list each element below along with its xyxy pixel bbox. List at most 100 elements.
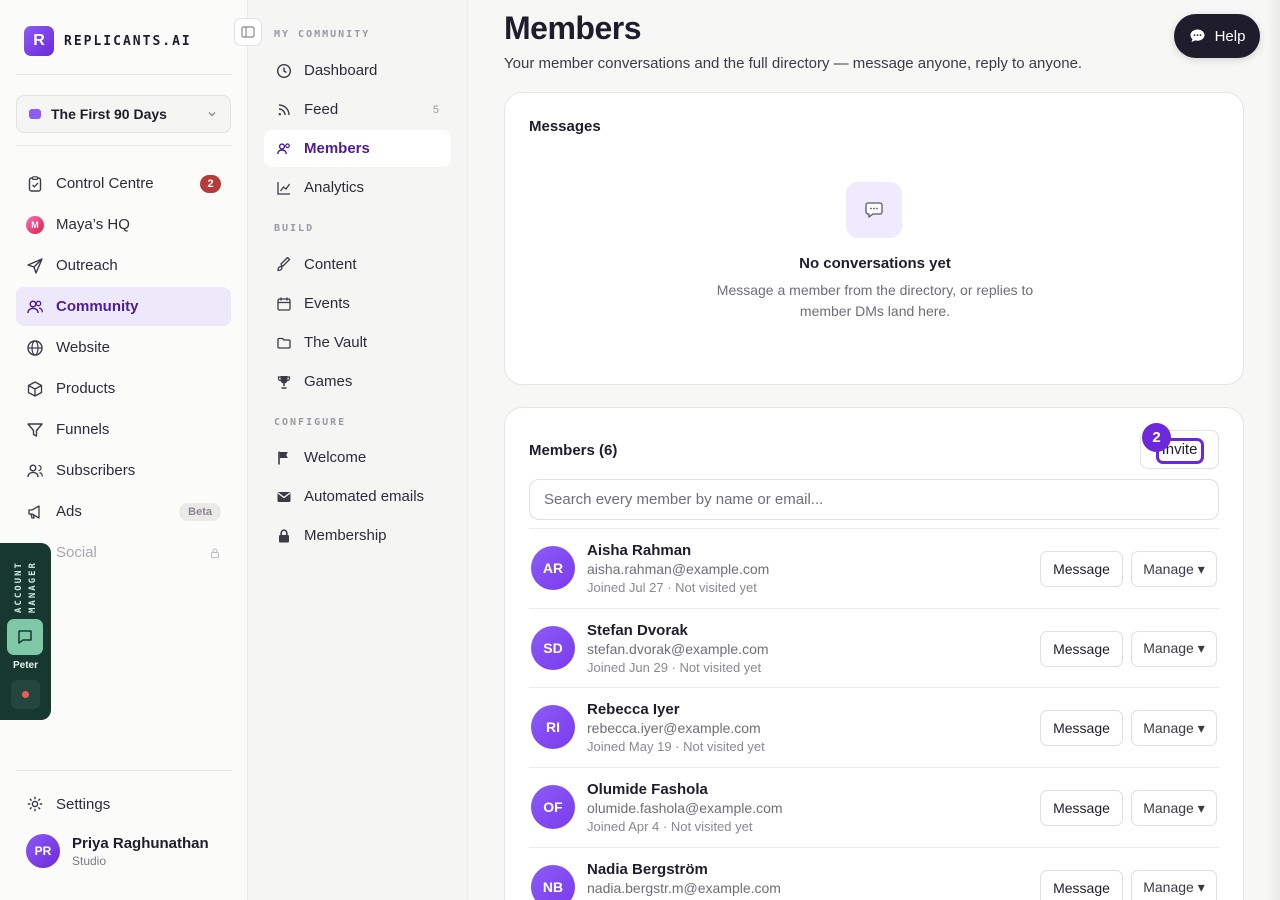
message-button[interactable]: Message	[1040, 630, 1123, 667]
sub-item-automated-emails[interactable]: Automated emails	[264, 478, 451, 515]
nav-item-funnels[interactable]: Funnels	[16, 410, 231, 449]
member-meta: Joined Jun 29 · Not visited yet	[587, 659, 762, 675]
sub-item-label: Welcome	[304, 449, 367, 466]
section-title: BUILD	[274, 223, 315, 234]
send-icon	[26, 257, 44, 275]
sub-item-membership[interactable]: Membership	[264, 517, 451, 554]
sub-item-dashboard[interactable]: Dashboard	[264, 52, 451, 89]
manage-dropdown[interactable]: Manage ▾	[1131, 790, 1217, 827]
avatar: AR	[531, 546, 575, 590]
settings-label: Settings	[56, 795, 111, 813]
message-button[interactable]: Message	[1040, 790, 1123, 827]
sub-item-label: Membership	[304, 527, 387, 544]
feed-count: 5	[432, 103, 439, 116]
brand-name: REPLICANTS.AI	[64, 33, 192, 49]
manage-dropdown[interactable]: Manage ▾	[1131, 710, 1217, 747]
sub-item-welcome[interactable]: Welcome	[264, 439, 451, 476]
member-name: Olumide Fashola	[587, 781, 708, 799]
community-sidebar: MY COMMUNITY Dashboard Feed 5 Members An…	[248, 0, 468, 900]
rss-icon	[278, 103, 290, 115]
divider	[16, 145, 232, 146]
member-email: nadia.bergstr.m@example.com	[587, 879, 781, 896]
avatar: SD	[531, 625, 575, 670]
member-name: Nadia Bergström	[587, 860, 708, 878]
chevron-down-icon	[208, 112, 216, 117]
nav-item-outreach[interactable]: Outreach	[16, 246, 231, 285]
account-manager-widget[interactable]: ACCOUNT MANAGER Peter	[0, 543, 51, 720]
avatar: RI	[531, 705, 575, 750]
nav-item-mayas-hq[interactable]: M Maya’s HQ	[16, 205, 231, 244]
calendar-icon	[277, 297, 291, 311]
sub-item-events[interactable]: Events	[264, 285, 451, 322]
member-email: olumide.fashola@example.com	[587, 800, 783, 817]
lock-icon	[279, 528, 289, 542]
help-button[interactable]: Help	[1174, 14, 1260, 58]
manage-dropdown[interactable]: Manage ▾	[1131, 551, 1217, 587]
sub-item-feed[interactable]: Feed 5	[264, 91, 451, 128]
message-button[interactable]: Message	[1040, 869, 1123, 900]
nav-item-control-centre[interactable]: Control Centre 2	[16, 164, 231, 203]
flag-icon	[278, 451, 288, 464]
sub-item-members[interactable]: Members	[264, 130, 451, 167]
nav-label: Funnels	[56, 421, 110, 438]
sub-item-label: Events	[304, 295, 350, 312]
message-button[interactable]: Message	[1040, 710, 1123, 747]
mail-icon	[277, 491, 291, 502]
avatar: OF	[531, 785, 575, 830]
avatar: PR	[26, 834, 60, 868]
lock-icon	[210, 547, 220, 558]
collapse-sidebar-button[interactable]	[234, 18, 262, 46]
record-button[interactable]	[11, 680, 40, 709]
gear-icon	[26, 795, 44, 813]
notification-badge: 2	[200, 174, 221, 193]
messages-title: Messages	[529, 118, 601, 135]
message-button[interactable]: Message	[1040, 551, 1123, 587]
space-name: The First 90 Days	[51, 106, 167, 122]
clipboard-icon	[26, 175, 44, 193]
sub-item-label: The Vault	[304, 334, 368, 351]
sub-item-the-vault[interactable]: The Vault	[264, 324, 451, 361]
nav-label: Outreach	[56, 257, 118, 274]
manage-dropdown[interactable]: Manage ▾	[1131, 869, 1217, 900]
nav-item-community[interactable]: Community	[16, 287, 231, 326]
sub-item-analytics[interactable]: Analytics	[264, 169, 451, 206]
space-selector[interactable]: The First 90 Days	[16, 95, 231, 133]
folder-icon	[277, 337, 291, 349]
sidebar-toggle-icon	[241, 26, 255, 38]
divider	[16, 770, 232, 771]
chat-bubble-icon	[1190, 29, 1205, 42]
megaphone-icon	[26, 503, 44, 521]
page-title: Members	[504, 10, 642, 46]
nav-item-subscribers[interactable]: Subscribers	[16, 451, 231, 490]
member-row: OF Olumide Fashola olumide.fashola@examp…	[529, 767, 1219, 847]
account-manager-label: ACCOUNT MANAGER	[14, 561, 38, 613]
messages-card: Messages No conversations yet Message a …	[504, 92, 1244, 385]
sub-item-label: Automated emails	[304, 488, 425, 505]
member-meta: Joined Apr 4 · Not visited yet	[587, 819, 753, 835]
member-name: Stefan Dvorak	[587, 621, 688, 639]
trophy-icon	[277, 375, 291, 389]
funnel-icon	[26, 421, 44, 439]
brand[interactable]: R REPLICANTS.AI	[24, 26, 192, 56]
nav-item-products[interactable]: Products	[16, 369, 231, 408]
member-name: Aisha Rahman	[587, 542, 692, 559]
settings-link[interactable]: Settings	[16, 785, 231, 823]
member-search-input[interactable]	[529, 479, 1219, 520]
users-icon	[26, 298, 44, 316]
nav-label: Products	[56, 380, 116, 397]
user-profile[interactable]: PR Priya Raghunathan Studio	[26, 834, 209, 868]
empty-state-title: No conversations yet	[799, 255, 951, 272]
sub-item-games[interactable]: Games	[264, 363, 451, 400]
sub-item-content[interactable]: Content	[264, 246, 451, 283]
page-subtitle: Your member conversations and the full d…	[504, 55, 1083, 72]
section-title: CONFIGURE	[274, 417, 347, 428]
nav-label: Maya’s HQ	[56, 216, 130, 233]
nav-item-ads[interactable]: Ads Beta	[16, 492, 231, 531]
user-name: Priya Raghunathan	[72, 834, 209, 852]
sub-item-label: Members	[304, 140, 370, 157]
chat-button[interactable]	[7, 619, 43, 655]
nav-item-website[interactable]: Website	[16, 328, 231, 367]
user-role: Studio	[72, 853, 107, 868]
beta-badge: Beta	[179, 502, 221, 521]
manage-dropdown[interactable]: Manage ▾	[1131, 630, 1217, 667]
